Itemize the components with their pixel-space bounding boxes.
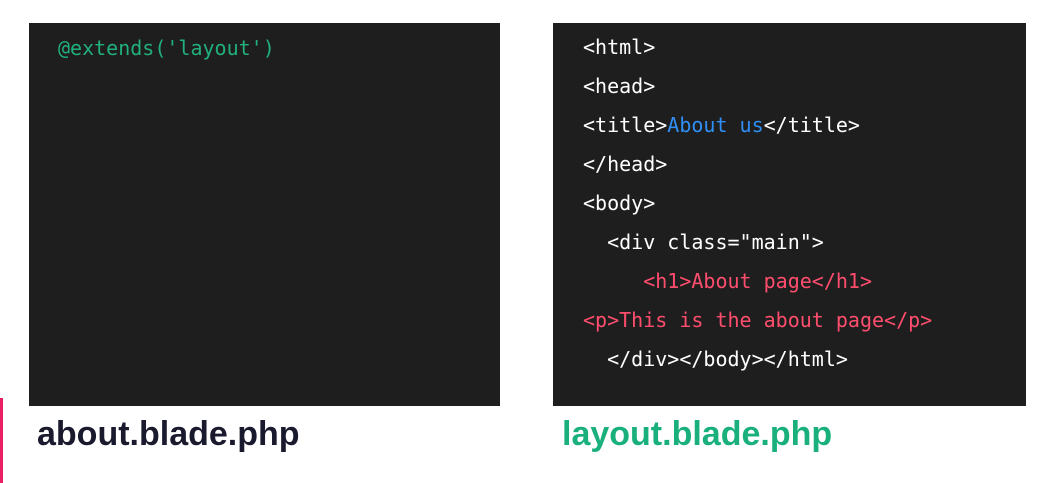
about-code-panel: @extends('layout') (29, 23, 500, 406)
code-token: <div class="main"> (583, 230, 824, 254)
code-line: <p>This is the about page</p> (583, 301, 932, 340)
accent-bar (0, 398, 3, 483)
layout-code-block: <html> <head> <title>About us</title> </hea… (583, 28, 932, 379)
code-token: <html> (583, 35, 656, 59)
code-token: <body> (583, 191, 656, 215)
code-token: About us (667, 113, 764, 137)
code-token: <p>This is the about page</p> (583, 308, 933, 332)
code-line: </div></body></html> (583, 340, 932, 379)
code-line: </head> (583, 145, 932, 184)
code-line: <h1>About page</h1> (583, 262, 932, 301)
code-token: @extends('layout') (58, 36, 275, 60)
code-line: <head> (583, 67, 932, 106)
about-file-caption: about.blade.php (37, 415, 300, 453)
code-line: <html> (583, 28, 932, 67)
code-token: </head> (583, 152, 668, 176)
code-line: @extends('layout') (58, 29, 275, 68)
about-code-block: @extends('layout') (58, 29, 275, 68)
code-token: <head> (583, 74, 656, 98)
code-token: </div></body></html> (583, 347, 848, 371)
code-line: <body> (583, 184, 932, 223)
layout-code-panel: <html> <head> <title>About us</title> </hea… (553, 23, 1026, 406)
code-token: </title> (763, 113, 860, 137)
code-line: <title>About us</title> (583, 106, 932, 145)
layout-file-caption: layout.blade.php (562, 415, 833, 453)
code-line: <div class="main"> (583, 223, 932, 262)
code-token: <title> (583, 113, 668, 137)
code-token: <h1>About page</h1> (583, 269, 872, 293)
